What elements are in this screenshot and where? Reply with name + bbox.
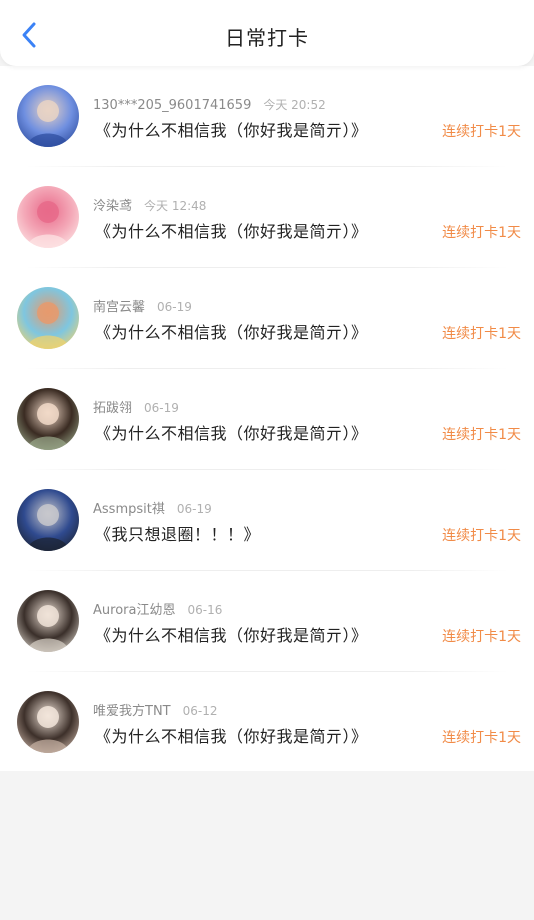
list-item[interactable]: 泠染鸢 今天 12:48 《为什么不相信我（你好我是简亓）》 连续打卡1天	[0, 167, 534, 268]
list-item[interactable]: 南宫云馨 06-19 《为什么不相信我（你好我是简亓）》 连续打卡1天	[0, 268, 534, 369]
username[interactable]: 拓跋翎	[93, 401, 132, 416]
avatar[interactable]	[17, 691, 79, 753]
list-item[interactable]: 130***205_9601741659 今天 20:52 《为什么不相信我（你好…	[0, 66, 534, 167]
checkin-content[interactable]: 《为什么不相信我（你好我是简亓）》	[95, 319, 368, 343]
streak-badge: 连续打卡1天	[442, 730, 521, 746]
avatar[interactable]	[17, 186, 79, 248]
timestamp: 今天 20:52	[263, 98, 326, 112]
username[interactable]: 泠染鸢	[93, 199, 132, 214]
checkin-content[interactable]: 《为什么不相信我（你好我是简亓）》	[95, 218, 368, 242]
item-meta: 南宫云馨 06-19	[93, 296, 192, 315]
avatar[interactable]	[17, 489, 79, 551]
item-meta: 拓跋翎 06-19	[93, 397, 179, 416]
username[interactable]: 130***205_9601741659	[93, 98, 251, 113]
item-meta: 泠染鸢 今天 12:48	[93, 195, 206, 214]
username[interactable]: 南宫云馨	[93, 300, 145, 315]
list-item[interactable]: 唯爱我方TNT 06-12 《为什么不相信我（你好我是简亓）》 连续打卡1天	[0, 672, 534, 773]
avatar[interactable]	[17, 590, 79, 652]
item-meta: 唯爱我方TNT 06-12	[93, 700, 217, 719]
streak-badge: 连续打卡1天	[442, 124, 521, 140]
checkin-content[interactable]: 《为什么不相信我（你好我是简亓）》	[95, 723, 368, 747]
avatar[interactable]	[17, 85, 79, 147]
streak-badge: 连续打卡1天	[442, 326, 521, 342]
timestamp: 06-19	[176, 502, 212, 516]
streak-badge: 连续打卡1天	[442, 629, 521, 645]
avatar[interactable]	[17, 388, 79, 450]
streak-badge: 连续打卡1天	[442, 225, 521, 241]
top-bar: 日常打卡	[0, 0, 534, 66]
streak-badge: 连续打卡1天	[442, 528, 521, 544]
item-meta: Assmpsit祺 06-19	[93, 498, 212, 517]
item-meta: 130***205_9601741659 今天 20:52	[93, 94, 326, 113]
avatar[interactable]	[17, 287, 79, 349]
timestamp: 06-16	[187, 603, 223, 617]
checkin-content[interactable]: 《我只想退圈！！！》	[95, 521, 260, 545]
username[interactable]: Assmpsit祺	[93, 502, 165, 517]
username[interactable]: 唯爱我方TNT	[93, 704, 171, 719]
list-item[interactable]: 拓跋翎 06-19 《为什么不相信我（你好我是简亓）》 连续打卡1天	[0, 369, 534, 470]
checkin-content[interactable]: 《为什么不相信我（你好我是简亓）》	[95, 117, 368, 141]
timestamp: 06-19	[157, 300, 192, 314]
timestamp: 06-19	[144, 401, 179, 415]
page-title: 日常打卡	[225, 26, 309, 50]
username[interactable]: Aurora江幼恩	[93, 603, 175, 618]
checkin-content[interactable]: 《为什么不相信我（你好我是简亓）》	[95, 622, 368, 646]
timestamp: 06-12	[182, 704, 218, 718]
list-item[interactable]: Assmpsit祺 06-19 《我只想退圈！！！》 连续打卡1天	[0, 470, 534, 571]
checkin-content[interactable]: 《为什么不相信我（你好我是简亓）》	[95, 420, 368, 444]
streak-badge: 连续打卡1天	[442, 427, 521, 443]
list-item[interactable]: Aurora江幼恩 06-16 《为什么不相信我（你好我是简亓）》 连续打卡1天	[0, 571, 534, 672]
item-meta: Aurora江幼恩 06-16	[93, 599, 222, 618]
checkin-list: 130***205_9601741659 今天 20:52 《为什么不相信我（你好…	[0, 66, 534, 771]
timestamp: 今天 12:48	[144, 199, 207, 213]
